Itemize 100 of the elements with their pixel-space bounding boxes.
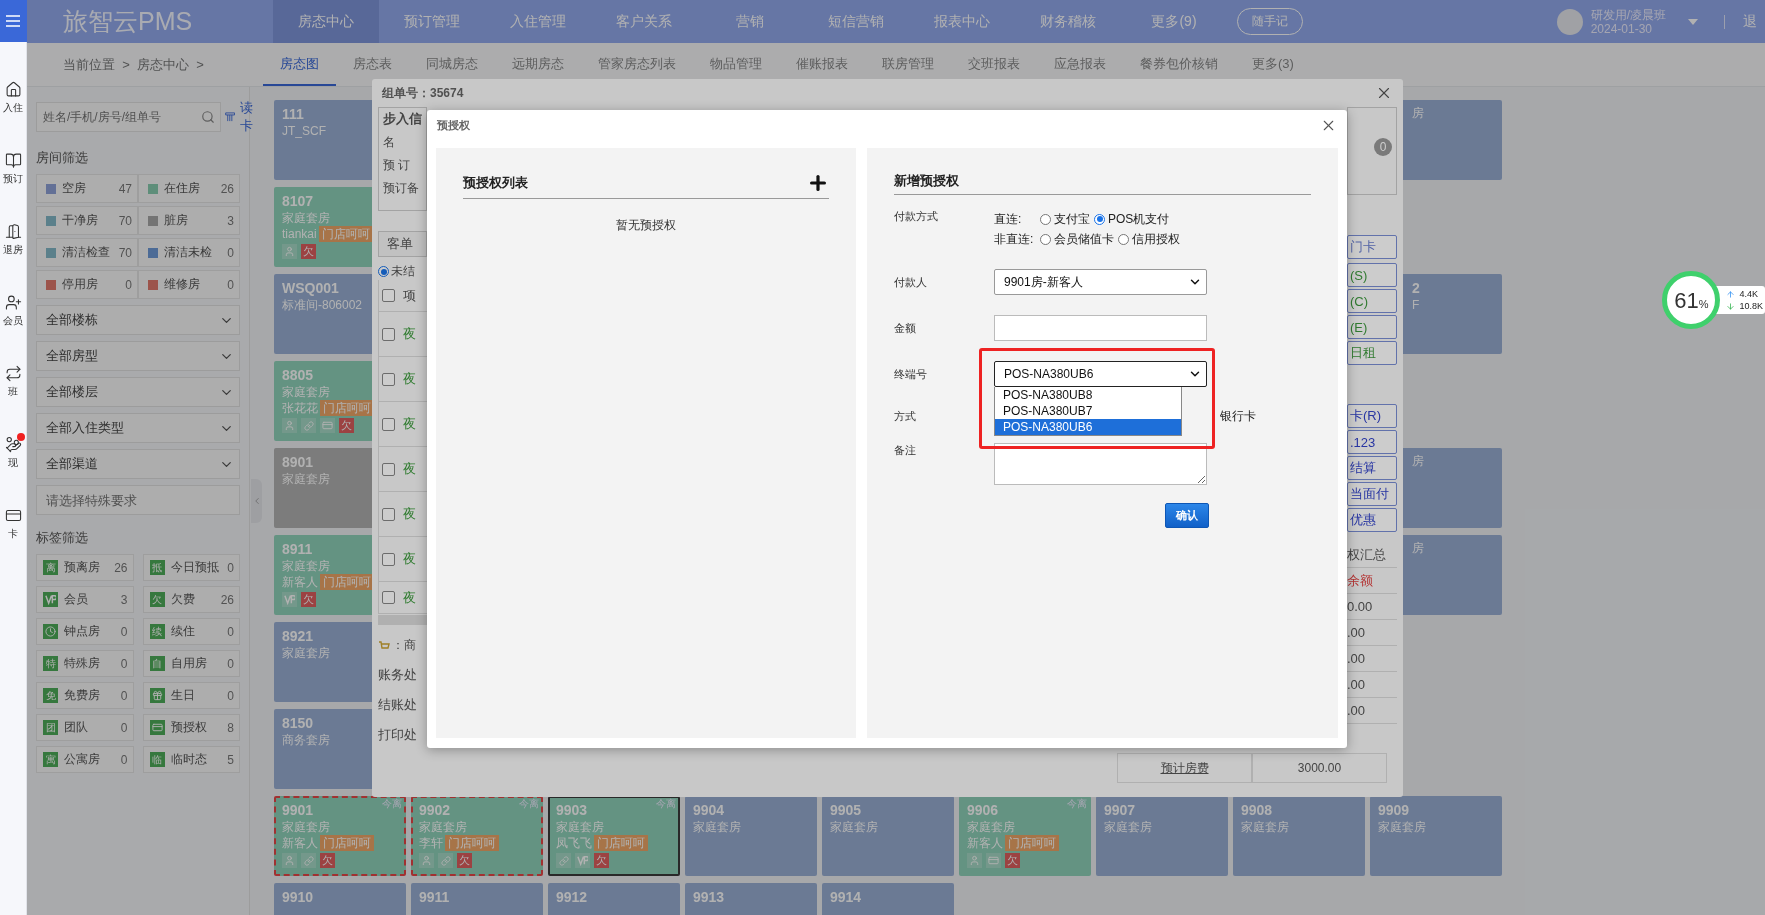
tag-filter[interactable]: 自 自用房 0 xyxy=(142,650,240,677)
payer-select[interactable]: 9901房-新客人 xyxy=(994,269,1207,295)
filter-select[interactable]: 全部渠道 xyxy=(36,449,240,479)
page-tab[interactable]: 物品管理 xyxy=(693,43,779,86)
room-filter[interactable]: 维修房 0 xyxy=(138,270,240,299)
collapse-handle[interactable] xyxy=(251,479,262,523)
nav-tab[interactable]: 短信营销 xyxy=(803,0,909,43)
remark-field[interactable] xyxy=(994,443,1207,485)
read-card-button[interactable]: 读卡 xyxy=(225,99,255,135)
checkbox[interactable] xyxy=(382,552,395,566)
room-card[interactable]: 9910 xyxy=(274,883,406,915)
tag-filter[interactable]: 免 免费房 0 xyxy=(36,682,134,709)
nav-tab[interactable]: 更多(9) xyxy=(1121,0,1227,43)
bill-tab[interactable]: 客单 xyxy=(378,231,427,257)
nav-tab[interactable]: 报表中心 xyxy=(909,0,1015,43)
sidebar-item[interactable]: 退房 xyxy=(0,204,27,275)
sidebar-item[interactable]: 现 xyxy=(0,417,27,488)
sidebar-item[interactable]: 班 xyxy=(0,346,27,417)
tag-filter[interactable]: 抵 今日预抵 0 xyxy=(142,554,240,581)
page-tab[interactable]: 交班报表 xyxy=(951,43,1037,86)
checkbox[interactable] xyxy=(382,591,395,604)
special-request-field[interactable]: 请选择特殊要求 xyxy=(36,485,240,515)
amount-field[interactable] xyxy=(994,315,1207,341)
room-card[interactable]: 9907 家庭套房 xyxy=(1096,796,1228,876)
table-cell[interactable]: 预计房费 xyxy=(1117,753,1252,783)
page-tab[interactable]: 更多(3) xyxy=(1235,43,1311,86)
terminal-select[interactable]: POS-NA380UB6 xyxy=(994,361,1207,387)
tag-filter[interactable]: 预授权 8 xyxy=(142,714,240,741)
action-button[interactable]: 卡(R) xyxy=(1347,404,1397,428)
room-card[interactable]: 9902 今离 家庭套房 李轩 门店呵呵 欠 xyxy=(411,796,543,876)
page-tab[interactable]: 房态图 xyxy=(263,43,336,86)
room-card[interactable]: 9901 今离 家庭套房 新客人 门店呵呵 欠 xyxy=(274,796,406,876)
tag-filter[interactable]: 欠 欠费 26 xyxy=(142,586,240,613)
action-button[interactable]: (E) xyxy=(1347,315,1397,339)
sidebar-item[interactable]: 预订 xyxy=(0,133,27,204)
room-card[interactable]: 9913 xyxy=(685,883,817,915)
tag-filter[interactable]: 钟点房 0 xyxy=(36,618,134,645)
nav-tab[interactable]: 财务稽核 xyxy=(1015,0,1121,43)
menu-button[interactable] xyxy=(0,0,27,42)
action-button[interactable]: 优惠 xyxy=(1347,508,1397,532)
action-button[interactable]: 当面付 xyxy=(1347,482,1397,506)
room-filter[interactable]: 脏房 3 xyxy=(138,206,240,235)
radio-button[interactable] xyxy=(1094,213,1105,225)
action-button[interactable]: .123 xyxy=(1347,430,1397,454)
filter-select[interactable]: 全部楼层 xyxy=(36,377,240,407)
logout-button[interactable]: 退 xyxy=(1741,12,1759,31)
tag-filter[interactable]: 临 临时态 5 xyxy=(142,746,240,773)
sidebar-item[interactable]: 卡 xyxy=(0,488,27,559)
add-button[interactable] xyxy=(807,172,829,194)
confirm-button[interactable]: 确认 xyxy=(1165,503,1209,528)
usage-gauge[interactable]: 61% xyxy=(1662,271,1721,329)
dropdown-option[interactable]: POS-NA380UB6 xyxy=(995,419,1181,435)
tag-filter[interactable]: 寓 公寓房 0 xyxy=(36,746,134,773)
filter-select[interactable]: 全部楼栋 xyxy=(36,305,240,335)
nav-tab[interactable]: 房态中心 xyxy=(273,0,379,43)
page-tab[interactable]: 餐券包价核销 xyxy=(1123,43,1235,86)
room-card[interactable]: 9909 家庭套房 xyxy=(1370,796,1502,876)
page-tab[interactable]: 房态表 xyxy=(336,43,409,86)
checkbox[interactable] xyxy=(382,507,395,521)
room-card[interactable]: 9905 家庭套房 xyxy=(822,796,954,876)
page-tab[interactable]: 管家房态列表 xyxy=(581,43,693,86)
checkbox[interactable] xyxy=(382,289,395,302)
room-filter[interactable]: 在住房 26 xyxy=(138,174,240,203)
avatar[interactable] xyxy=(1556,8,1583,35)
nav-tab[interactable]: 入住管理 xyxy=(485,0,591,43)
tag-filter[interactable]: 离 预离房 26 xyxy=(36,554,134,581)
search-field[interactable]: 姓名/手机/房号/组单号 xyxy=(36,102,221,132)
page-tab[interactable]: 催账报表 xyxy=(779,43,865,86)
tag-filter[interactable]: 会员 3 xyxy=(36,586,134,613)
tag-filter[interactable]: 团 团队 0 xyxy=(36,714,134,741)
scrollbar[interactable] xyxy=(378,615,427,625)
nav-tab[interactable]: 营销 xyxy=(697,0,803,43)
page-tab[interactable]: 远期房态 xyxy=(495,43,581,86)
room-card[interactable]: 9906 今离 家庭套房 新客人 门店呵呵 欠 xyxy=(959,796,1091,876)
nav-tab[interactable]: 预订管理 xyxy=(379,0,485,43)
action-button[interactable]: (C) xyxy=(1347,289,1397,313)
radio-button[interactable] xyxy=(1040,233,1051,245)
room-card[interactable]: 9904 家庭套房 xyxy=(685,796,817,876)
radio-button[interactable] xyxy=(1040,213,1051,225)
action-button[interactable]: (S) xyxy=(1347,263,1397,287)
nav-tab[interactable]: 客户关系 xyxy=(591,0,697,43)
room-card[interactable]: 9908 家庭套房 xyxy=(1233,796,1365,876)
room-filter[interactable]: 空房 47 xyxy=(36,174,138,203)
action-button[interactable]: 结算 xyxy=(1347,456,1397,480)
radio-button[interactable] xyxy=(378,266,389,277)
radio-button[interactable] xyxy=(1118,233,1129,245)
room-card[interactable]: 9914 xyxy=(822,883,954,915)
tag-filter[interactable]: 生日 0 xyxy=(142,682,240,709)
checkbox[interactable] xyxy=(382,417,395,431)
room-card[interactable]: 9911 xyxy=(411,883,543,915)
tag-filter[interactable]: 续 续住 0 xyxy=(142,618,240,645)
page-tab[interactable]: 联房管理 xyxy=(865,43,951,86)
sidebar-item[interactable]: 会员 xyxy=(0,275,27,346)
filter-select[interactable]: 全部入住类型 xyxy=(36,413,240,443)
room-filter[interactable]: 干净房 70 xyxy=(36,206,138,235)
tag-filter[interactable]: 特 特殊房 0 xyxy=(36,650,134,677)
room-filter[interactable]: 清洁未检 0 xyxy=(138,238,240,267)
room-filter[interactable]: 停用房 0 xyxy=(36,270,138,299)
filter-select[interactable]: 全部房型 xyxy=(36,341,240,371)
page-tab[interactable]: 应急报表 xyxy=(1037,43,1123,86)
